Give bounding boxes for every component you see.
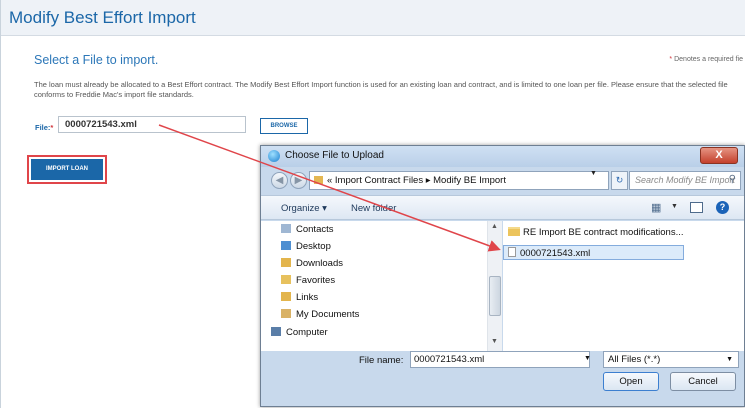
computer-icon: [271, 327, 281, 336]
scroll-thumb[interactable]: [489, 276, 501, 316]
page-header: Modify Best Effort Import: [1, 0, 745, 36]
nav-item-contacts[interactable]: Contacts: [281, 224, 334, 238]
file-name-dropdown-icon[interactable]: ▼: [584, 355, 591, 362]
folder-icon: [508, 227, 520, 236]
search-icon: ⚲: [728, 174, 736, 185]
dialog-titlebar[interactable]: Choose File to Upload X: [261, 146, 744, 167]
section-title: Select a File to import.: [34, 53, 159, 67]
browser-icon: [268, 150, 280, 162]
dialog-navbar: ◀ ▶ « Import Contract Files ▸ Modify BE …: [261, 167, 744, 194]
open-button[interactable]: Open: [603, 372, 659, 391]
import-loan-button[interactable]: IMPORT LOAN: [31, 159, 103, 180]
file-name: 0000721543.xml: [520, 248, 591, 259]
file-name-label: File name:: [359, 355, 404, 366]
scroll-down-icon[interactable]: ▼: [491, 338, 498, 345]
nav-item-label: Contacts: [296, 224, 334, 235]
preview-pane-icon[interactable]: [690, 202, 703, 213]
dialog-title: Choose File to Upload: [285, 150, 384, 161]
nav-item-label: Links: [296, 292, 319, 303]
links-icon: [281, 292, 291, 301]
page-title: Modify Best Effort Import: [9, 8, 196, 27]
downloads-icon: [281, 258, 291, 267]
list-item-folder[interactable]: RE Import BE contract modifications...: [508, 227, 684, 238]
search-placeholder: Search Modify BE Import: [635, 175, 736, 185]
chevron-down-icon: ▼: [726, 356, 733, 363]
nav-item-label: Downloads: [296, 258, 343, 269]
file-type-select[interactable]: All Files (*.*) ▼: [603, 351, 739, 368]
documents-icon: [281, 309, 291, 318]
nav-item-label: Desktop: [296, 241, 331, 252]
file-label: File:*: [35, 123, 53, 132]
organize-menu[interactable]: Organize ▾: [281, 203, 327, 214]
back-arrow-icon[interactable]: ◀: [271, 172, 288, 189]
nav-item-label: My Documents: [296, 309, 360, 320]
address-breadcrumb: « Import Contract Files ▸ Modify BE Impo…: [327, 175, 506, 186]
nav-scrollbar[interactable]: ▲ ▼: [487, 221, 502, 351]
views-dropdown-icon[interactable]: ▼: [671, 203, 678, 210]
xml-file-icon: [508, 247, 516, 257]
nav-item-label: Favorites: [296, 275, 336, 286]
browse-button[interactable]: BROWSE: [260, 118, 308, 134]
address-bar[interactable]: « Import Contract Files ▸ Modify BE Impo…: [309, 171, 609, 190]
nav-item-downloads[interactable]: Downloads: [281, 258, 343, 272]
file-required-star: *: [50, 123, 54, 132]
desktop-icon: [281, 241, 291, 250]
navigation-pane: Contacts Desktop Downloads Favorites Lin…: [261, 221, 487, 351]
nav-item-my-documents[interactable]: My Documents: [281, 309, 359, 323]
views-icon[interactable]: ▦: [651, 201, 665, 214]
nav-item-links[interactable]: Links: [281, 292, 318, 306]
close-button[interactable]: X: [700, 147, 738, 164]
file-path-input[interactable]: 0000721543.xml: [58, 116, 246, 133]
file-type-value: All Files (*.*): [608, 354, 661, 365]
intro-text: The loan must already be allocated to a …: [34, 80, 728, 99]
forward-arrow-icon[interactable]: ▶: [290, 172, 307, 189]
required-note: * Denotes a required fie: [669, 56, 743, 63]
cancel-button[interactable]: Cancel: [670, 372, 736, 391]
help-icon[interactable]: ?: [716, 201, 729, 214]
folder-name: RE Import BE contract modifications...: [523, 227, 684, 238]
file-label-text: File:: [35, 123, 51, 132]
address-dropdown-icon[interactable]: ▼: [590, 170, 597, 177]
nav-item-label: Computer: [286, 327, 328, 338]
search-input[interactable]: Search Modify BE Import ⚲: [629, 171, 741, 190]
scroll-up-icon[interactable]: ▲: [491, 223, 498, 230]
list-item-file-selected[interactable]: 0000721543.xml: [503, 245, 684, 260]
nav-item-desktop[interactable]: Desktop: [281, 241, 331, 255]
file-list: RE Import BE contract modifications... 0…: [503, 221, 744, 351]
contacts-icon: [281, 224, 291, 233]
choose-file-dialog: Choose File to Upload X ◀ ▶ « Import Con…: [260, 145, 745, 407]
required-star: *: [669, 56, 673, 63]
command-bar: Organize ▾ New folder ▦ ▼ ?: [261, 195, 744, 220]
page: Modify Best Effort Import Select a File …: [0, 0, 745, 408]
nav-item-favorites[interactable]: Favorites: [281, 275, 335, 289]
nav-item-computer[interactable]: Computer: [271, 327, 328, 341]
file-name-input[interactable]: 0000721543.xml: [410, 351, 590, 368]
favorites-icon: [281, 275, 291, 284]
folder-icon: [314, 176, 323, 184]
required-note-text: Denotes a required fie: [674, 56, 743, 63]
refresh-icon[interactable]: ↻: [611, 171, 628, 190]
new-folder-button[interactable]: New folder: [351, 203, 396, 214]
